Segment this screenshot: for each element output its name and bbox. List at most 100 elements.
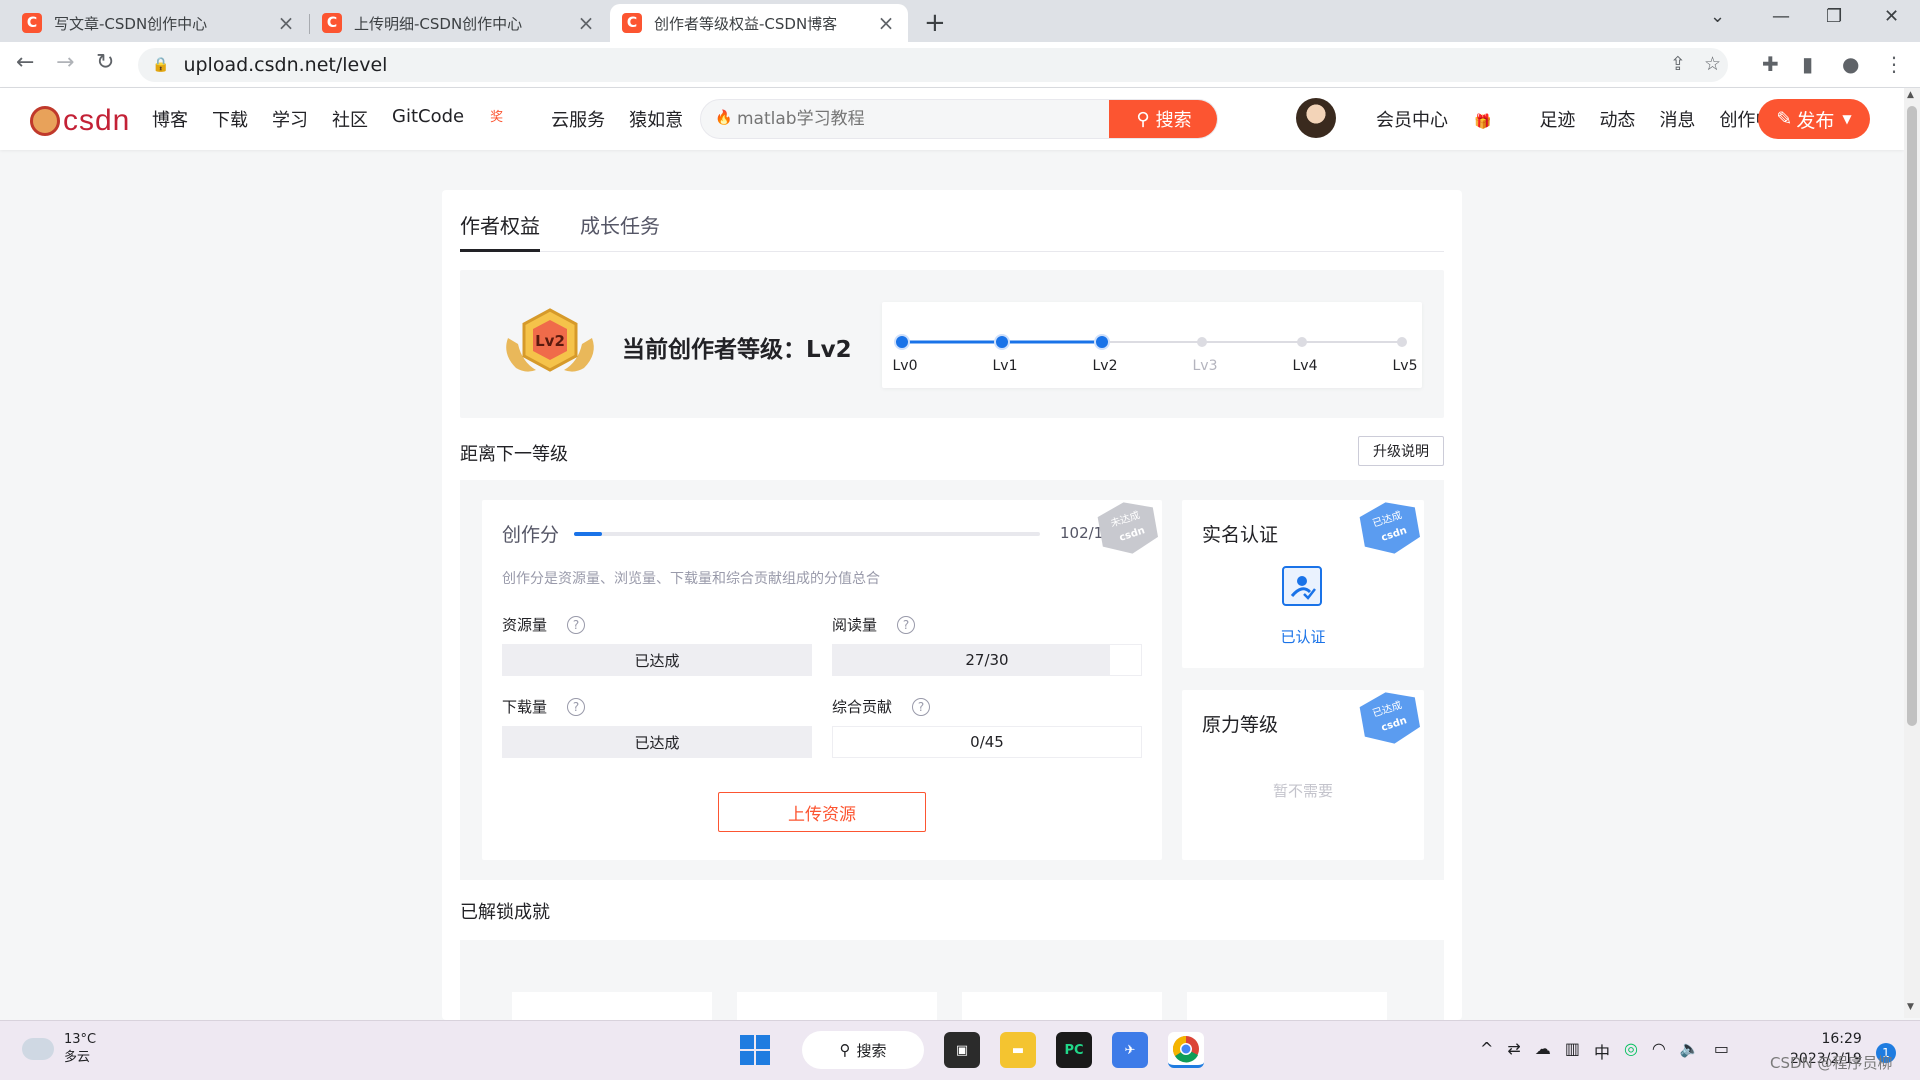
window-close-icon[interactable]: ✕ [1884,6,1899,27]
nav-gitcode-label: GitCode [392,106,465,127]
csdn-favicon-icon: C [22,13,42,33]
windows-start-icon[interactable] [740,1035,770,1065]
profile-icon[interactable]: ● [1842,52,1859,76]
tray-sync-icon[interactable]: ⇄ [1507,1039,1520,1063]
csdn-favicon-icon: C [622,13,642,33]
csdn-logo[interactable]: csdn [30,104,130,138]
csdn-watermark: CSDN @程序员柳 [1770,1054,1893,1072]
metric-box-resources: 已达成 [502,644,812,676]
bookmark-star-icon[interactable]: ☆ [1704,53,1721,75]
url-text[interactable]: upload.csdn.net/level [183,54,387,76]
medal-level-text: Lv2 [535,332,565,350]
help-question-icon[interactable]: ? [897,615,916,634]
back-arrow-icon[interactable]: ← [16,50,34,75]
nav-blog[interactable]: 博客 [152,106,188,132]
creation-score-progress [574,532,1040,536]
tray-app-icon[interactable]: ▥ [1565,1039,1580,1063]
nav-community[interactable]: 社区 [332,106,368,132]
minimize-icon[interactable]: — [1772,6,1790,27]
search-input[interactable] [737,100,1097,138]
wifi-icon[interactable]: ◠ [1652,1039,1666,1063]
scroll-down-arrow-icon[interactable]: ▼ [1907,1002,1914,1012]
achievement-card[interactable] [737,992,937,1020]
nav-download[interactable]: 下载 [212,106,248,132]
ime-indicator[interactable]: 中 [1594,1039,1610,1063]
achievement-card[interactable] [512,992,712,1020]
nav-learn[interactable]: 学习 [272,106,308,132]
achievements-panel [460,940,1444,1020]
forward-arrow-icon[interactable]: → [56,50,74,75]
close-icon[interactable]: × [876,11,896,35]
nav-vip-center[interactable]: 会员中心 🎁 [1376,106,1515,132]
feishu-icon[interactable]: ✈ [1112,1032,1148,1068]
creation-score-card: 创作分 102/150 未达成 csdn 创作分是资源量、浏览量、下载量和综合贡… [482,500,1162,860]
level-steps: Lv0 Lv1 Lv2 Lv3 Lv4 Lv5 [893,334,1418,374]
browser-tab-upload-detail[interactable]: C 上传明细-CSDN创作中心 × [310,4,608,42]
page-scrollbar[interactable]: ▲ ▼ [1904,88,1920,1018]
metric-value: 0/45 [970,733,1004,751]
help-question-icon[interactable]: ? [912,697,931,716]
search-icon: ⚲ [839,1041,851,1059]
scroll-up-arrow-icon[interactable]: ▲ [1907,90,1914,100]
csdn-favicon-icon: C [322,13,342,33]
scrollbar-thumb[interactable] [1907,106,1917,726]
chrome-icon[interactable] [1168,1032,1204,1068]
achievement-card[interactable] [1187,992,1387,1020]
level-label-lv2: Lv2 [1093,358,1118,374]
lock-icon[interactable]: 🔒 [152,57,169,73]
weather-widget[interactable]: 13°C 多云 [22,1030,96,1067]
publish-button[interactable]: ✎ 发布 ▼ [1758,99,1870,139]
browser-tab-write-article[interactable]: C 写文章-CSDN创作中心 × [10,4,308,42]
metric-value: 已达成 [634,651,680,670]
file-explorer-icon[interactable]: ▬ [1000,1032,1036,1068]
close-icon[interactable]: × [576,11,596,35]
wechat-tray-icon[interactable]: ◎ [1624,1039,1638,1063]
power-level-status: 暂不需要 [1272,782,1333,800]
help-question-icon[interactable]: ? [567,697,586,716]
metric-value: 已达成 [634,733,680,752]
level-dot-lv5 [1397,337,1407,347]
volume-icon[interactable]: 🔈 [1680,1039,1700,1063]
url-omnibox[interactable]: 🔒 upload.csdn.net/level ⇪ ☆ [138,48,1728,82]
nav-gitcode[interactable]: GitCode 奖 [392,106,527,132]
tab-search-chevron-icon[interactable]: ⌄ [1710,6,1725,27]
tab-author-rights[interactable]: 作者权益 [460,210,540,252]
onedrive-cloud-icon[interactable]: ☁ [1535,1039,1551,1063]
side-panel-icon[interactable]: ▮ [1802,52,1813,76]
achievement-card[interactable] [962,992,1162,1020]
task-view-icon[interactable]: ▣ [944,1032,980,1068]
search-button[interactable]: ⚲ 搜索 [1109,100,1217,138]
nav-activity[interactable]: 动态 [1599,106,1635,132]
page-tabs: 作者权益 成长任务 [460,210,1444,252]
tab-growth-tasks[interactable]: 成长任务 [580,210,660,249]
nav-footprint[interactable]: 足迹 [1539,106,1575,132]
help-question-icon[interactable]: ? [567,615,586,634]
browser-tab-creator-level[interactable]: C 创作者等级权益-CSDN博客 × [610,4,908,42]
nav-cloud[interactable]: 云服务 [551,106,605,132]
metric-box-contribution: 0/45 [832,726,1142,758]
pycharm-icon[interactable]: PC [1056,1032,1092,1068]
user-avatar[interactable] [1296,98,1336,138]
upgrade-info-button[interactable]: 升级说明 [1358,436,1444,466]
reload-icon[interactable]: ↻ [96,50,114,75]
extensions-puzzle-icon[interactable]: ✚ [1762,52,1779,76]
achieved-stamp-icon: 已达成 csdn [1359,502,1421,554]
new-tab-plus-icon[interactable]: + [924,8,946,38]
close-icon[interactable]: × [276,11,296,35]
address-toolbar: ← → ↻ 🔒 upload.csdn.net/level ⇪ ☆ ✚ ▮ ● … [0,42,1920,88]
taskbar-search-button[interactable]: ⚲ 搜索 [802,1031,924,1069]
nav-yuanruyi[interactable]: 猿如意 [629,106,683,132]
tray-chevron-up-icon[interactable]: ^ [1480,1039,1493,1063]
nav-messages[interactable]: 消息 [1659,106,1695,132]
restore-icon[interactable]: ❐ [1826,6,1842,27]
metric-label-resources: 资源量? [502,614,586,635]
share-icon[interactable]: ⇪ [1670,53,1686,75]
battery-icon[interactable]: ▭ [1714,1039,1729,1063]
metric-box-views: 27/30 [832,644,1142,676]
realname-verification-card: 实名认证 已达成 csdn 已认证 [1182,500,1424,668]
not-achieved-stamp-icon: 未达成 csdn [1097,502,1159,554]
creation-score-description: 创作分是资源量、浏览量、下载量和综合贡献组成的分值总合 [502,571,880,587]
tab-title: 写文章-CSDN创作中心 [54,14,208,33]
upload-resource-button[interactable]: 上传资源 [718,792,926,832]
menu-kebab-icon[interactable]: ⋮ [1884,52,1904,76]
